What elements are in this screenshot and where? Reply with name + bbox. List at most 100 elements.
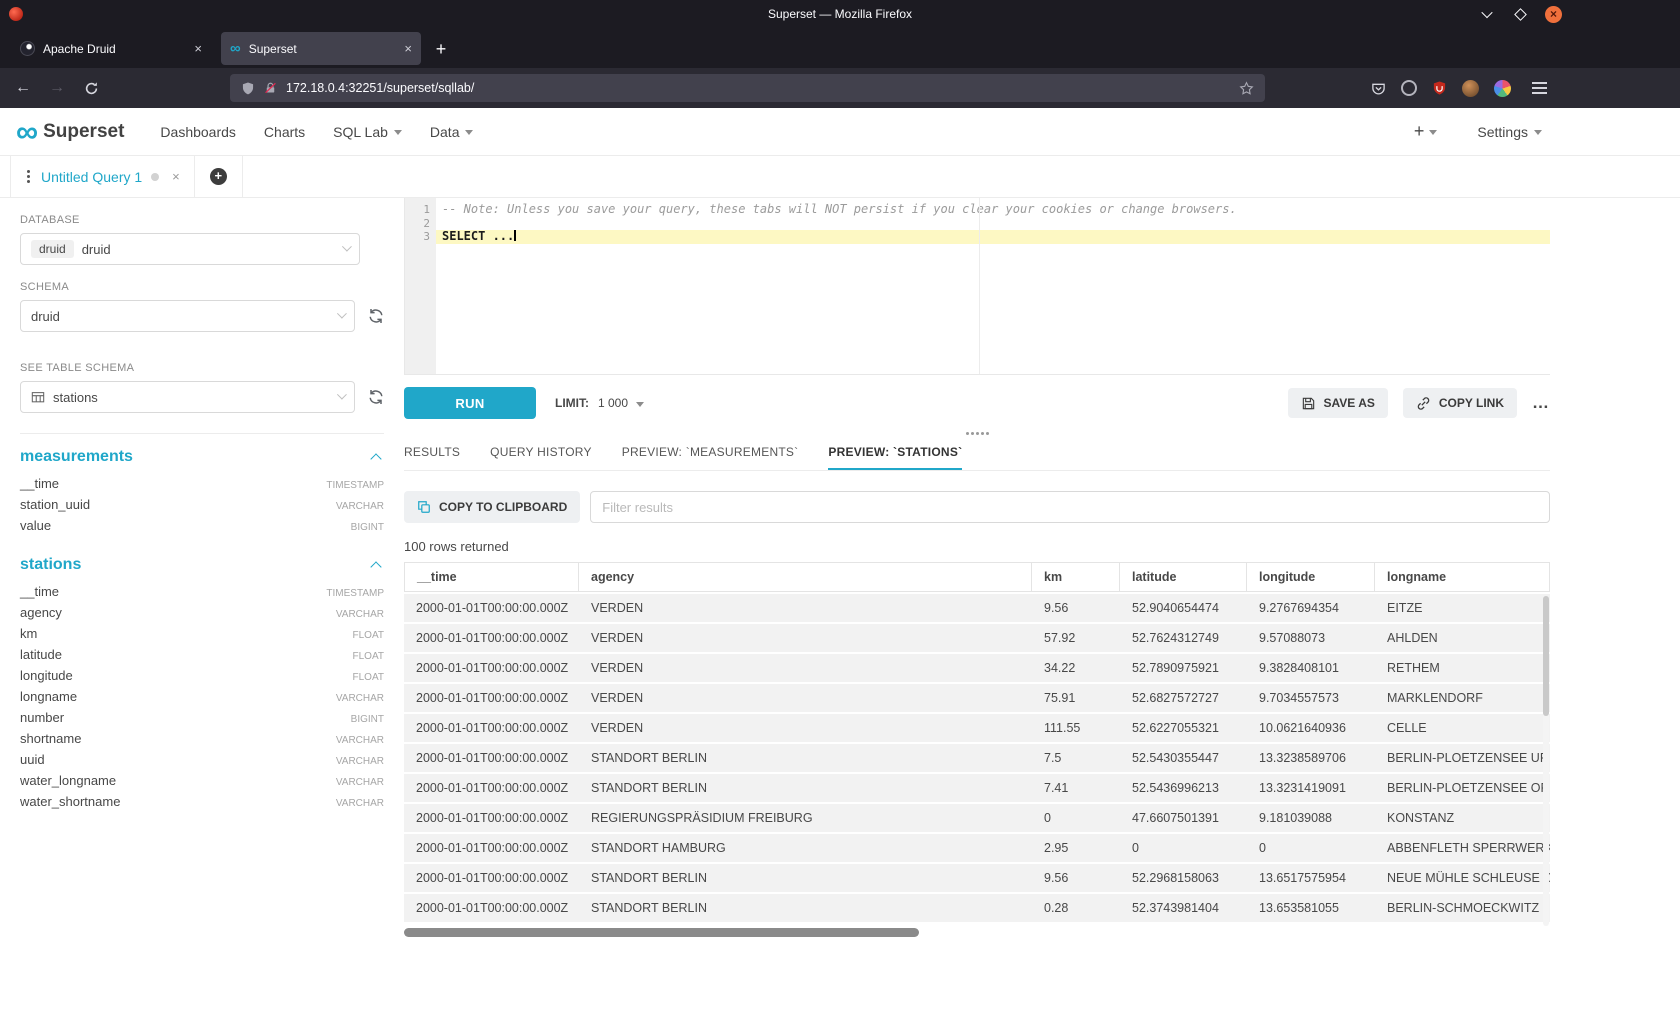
table-section-measurements: measurements __time TIMESTAMP station_uu…	[20, 442, 384, 536]
extension-pinwheel-icon[interactable]	[1494, 80, 1511, 97]
column-header-longitude[interactable]: longitude	[1247, 562, 1375, 592]
cell-km: 75.91	[1032, 684, 1120, 712]
query-tab-title[interactable]: Untitled Query 1	[41, 169, 142, 185]
navbar-plus-button[interactable]: +	[1414, 121, 1438, 142]
cell-agency: VERDEN	[579, 594, 1032, 622]
tab-preview-stations[interactable]: PREVIEW: `STATIONS`	[828, 445, 962, 470]
table-section-name: stations	[20, 556, 81, 574]
query-tab-close-icon[interactable]: ×	[172, 169, 180, 184]
cell-agency: STANDORT BERLIN	[579, 774, 1032, 802]
cell-latitude: 52.3743981404	[1120, 894, 1247, 922]
table-select[interactable]: stations	[20, 381, 355, 413]
link-icon	[1416, 396, 1431, 411]
table-horizontal-scrollbar[interactable]	[404, 928, 1550, 937]
cell-latitude: 52.2968158063	[1120, 864, 1247, 892]
database-select[interactable]: druid druid	[20, 233, 360, 265]
copy-link-button[interactable]: COPY LINK	[1403, 388, 1517, 418]
profile-avatar-icon[interactable]	[1462, 80, 1479, 97]
add-query-tab-button[interactable]: +	[195, 156, 243, 197]
scrollbar-thumb[interactable]	[404, 928, 919, 937]
drag-handle-icon[interactable]	[27, 175, 30, 178]
editor-code[interactable]: -- Note: Unless you save your query, the…	[436, 198, 1550, 374]
tab-close-icon[interactable]: ×	[194, 41, 202, 56]
tracking-shield-icon[interactable]	[241, 81, 255, 96]
column-header-longname[interactable]: longname	[1375, 562, 1550, 592]
browser-tab-title: Apache Druid	[43, 42, 186, 56]
nav-data[interactable]: Data	[430, 124, 474, 140]
navbar-settings[interactable]: Settings	[1477, 124, 1542, 140]
cell-agency: REGIERUNGSPRÄSIDIUM FREIBURG	[579, 804, 1032, 832]
cell-longitude: 13.6517575954	[1247, 864, 1375, 892]
menu-button[interactable]	[1526, 75, 1552, 101]
cell-time: 2000-01-01T00:00:00.000Z	[404, 834, 579, 862]
nav-dashboards[interactable]: Dashboards	[160, 124, 236, 140]
chevron-down-icon	[636, 402, 644, 407]
copy-to-clipboard-button[interactable]: COPY TO CLIPBOARD	[404, 491, 580, 523]
nav-sql-lab[interactable]: SQL Lab	[333, 124, 402, 140]
query-tab[interactable]: Untitled Query 1 ×	[10, 156, 195, 197]
more-options-button[interactable]: …	[1532, 393, 1550, 413]
column-header-km[interactable]: km	[1032, 562, 1120, 592]
column-row: number BIGINT	[20, 707, 384, 728]
window-minimize-button[interactable]	[1479, 6, 1495, 22]
column-header-latitude[interactable]: latitude	[1120, 562, 1247, 592]
chevron-down-icon	[337, 308, 347, 318]
window-close-button[interactable]: ×	[1545, 6, 1562, 23]
cell-longitude: 9.3828408101	[1247, 654, 1375, 682]
bookmark-star-icon[interactable]	[1239, 81, 1254, 96]
cell-latitude: 52.6827572727	[1120, 684, 1247, 712]
cell-agency: VERDEN	[579, 684, 1032, 712]
tab-query-history[interactable]: QUERY HISTORY	[490, 445, 592, 470]
cell-agency: STANDORT HAMBURG	[579, 834, 1032, 862]
tab-close-icon[interactable]: ×	[404, 41, 412, 56]
column-row: station_uuid VARCHAR	[20, 494, 384, 515]
browser-tab-druid[interactable]: Apache Druid ×	[11, 32, 211, 65]
table-section-header[interactable]: stations	[20, 550, 384, 581]
run-button[interactable]: RUN	[404, 387, 536, 419]
cell-time: 2000-01-01T00:00:00.000Z	[404, 864, 579, 892]
cell-longitude: 9.57088073	[1247, 624, 1375, 652]
nav-charts[interactable]: Charts	[264, 124, 305, 140]
cell-agency: STANDORT BERLIN	[579, 744, 1032, 772]
tab-preview-measurements[interactable]: PREVIEW: `MEASUREMENTS`	[622, 445, 799, 470]
account-icon[interactable]	[1401, 80, 1417, 96]
url-text[interactable]: 172.18.0.4:32251/superset/sqllab/	[286, 81, 1230, 95]
cell-time: 2000-01-01T00:00:00.000Z	[404, 684, 579, 712]
cell-km: 0	[1032, 804, 1120, 832]
address-bar[interactable]: 172.18.0.4:32251/superset/sqllab/	[230, 74, 1265, 102]
schema-select[interactable]: druid	[20, 300, 355, 332]
print-margin-line	[979, 198, 980, 374]
column-header-agency[interactable]: agency	[579, 562, 1032, 592]
superset-logo[interactable]: ∞ Superset	[16, 121, 124, 143]
pocket-icon[interactable]	[1371, 81, 1386, 96]
back-button[interactable]: ←	[10, 75, 36, 101]
new-tab-button[interactable]: +	[426, 34, 456, 64]
forward-button[interactable]: →	[44, 75, 70, 101]
table-vertical-scrollbar[interactable]	[1543, 596, 1549, 926]
column-type: FLOAT	[353, 672, 384, 683]
pane-resize-handle[interactable]	[404, 429, 1550, 437]
schema-refresh-button[interactable]	[368, 308, 384, 324]
table-section-header[interactable]: measurements	[20, 442, 384, 473]
sql-editor[interactable]: 1 2 3 -- Note: Unless you save your quer…	[404, 198, 1550, 375]
window-maximize-button[interactable]	[1512, 6, 1528, 22]
table-row: 2000-01-01T00:00:00.000Z VERDEN 9.56 52.…	[404, 594, 1550, 622]
filter-results-input[interactable]	[590, 491, 1550, 523]
copy-to-clipboard-label: COPY TO CLIPBOARD	[439, 500, 567, 514]
reload-button[interactable]	[78, 75, 104, 101]
scrollbar-thumb[interactable]	[1543, 596, 1549, 716]
sidebar: DATABASE druid druid SCHEMA druid SEE TA…	[0, 198, 404, 1012]
insecure-lock-icon[interactable]	[264, 81, 277, 95]
column-type: VARCHAR	[336, 501, 384, 512]
limit-control[interactable]: LIMIT: 1 000	[555, 396, 644, 410]
table-section-stations: stations __time TIMESTAMP agency VARCHAR	[20, 550, 384, 812]
ublock-shield-icon[interactable]	[1432, 80, 1447, 96]
table-refresh-button[interactable]	[368, 389, 384, 405]
save-as-button[interactable]: SAVE AS	[1288, 388, 1388, 418]
column-name: __time	[20, 584, 59, 599]
browser-tab-superset[interactable]: ∞ Superset ×	[221, 32, 421, 65]
cell-latitude: 52.6227055321	[1120, 714, 1247, 742]
tab-results[interactable]: RESULTS	[404, 445, 460, 470]
column-header-time[interactable]: __time	[404, 562, 579, 592]
column-type: TIMESTAMP	[326, 480, 384, 491]
